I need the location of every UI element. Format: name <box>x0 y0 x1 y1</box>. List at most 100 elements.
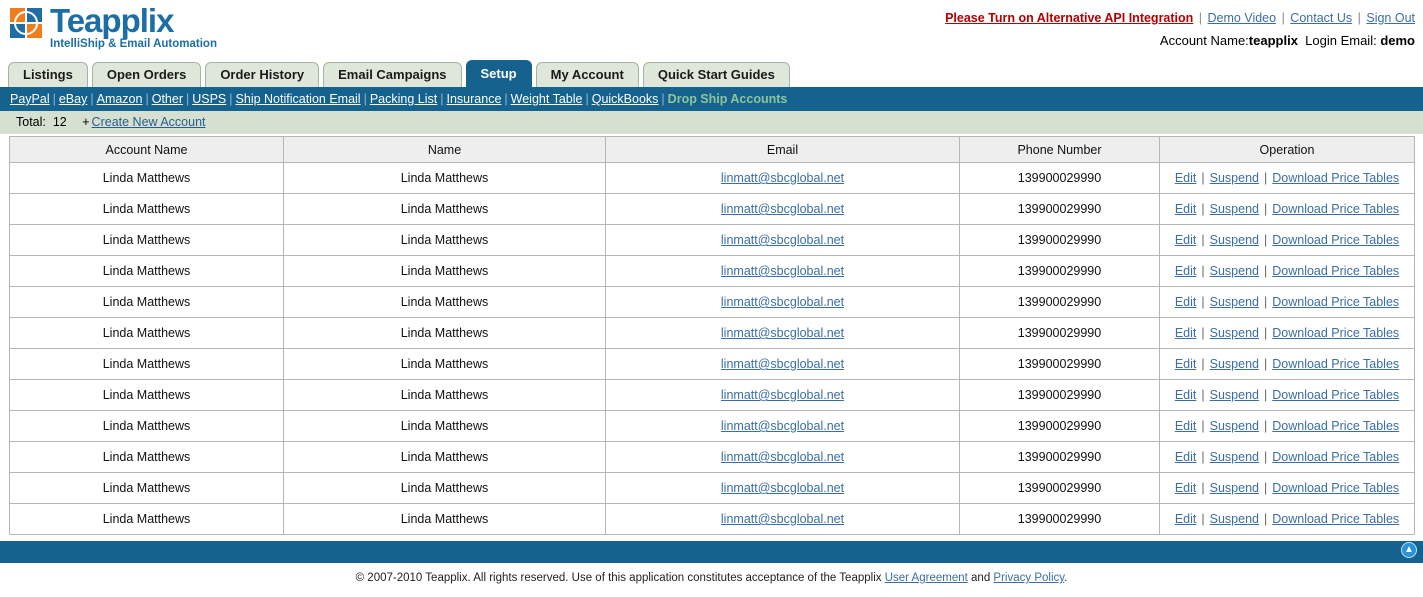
edit-link[interactable]: Edit <box>1175 481 1197 495</box>
suspend-link[interactable]: Suspend <box>1210 388 1259 402</box>
subnav-item-ebay[interactable]: eBay <box>59 92 88 106</box>
table-row: Linda Matthews Linda Matthews linmatt@sbcg… <box>9 193 1415 225</box>
header-links: Please Turn on Alternative API Integrati… <box>945 11 1415 25</box>
operation-separator: | <box>1263 295 1268 309</box>
cell-name: Linda Matthews <box>283 410 606 442</box>
operation-separator: | <box>1201 202 1205 216</box>
edit-link[interactable]: Edit <box>1175 233 1197 247</box>
email-link[interactable]: linmatt@sbcglobal.net <box>721 233 844 247</box>
email-link[interactable]: linmatt@sbcglobal.net <box>721 357 844 371</box>
user-agreement-link[interactable]: User Agreement <box>885 572 968 584</box>
tab-listings[interactable]: Listings <box>8 62 88 87</box>
suspend-link[interactable]: Suspend <box>1210 357 1259 371</box>
email-link[interactable]: linmatt@sbcglobal.net <box>721 264 844 278</box>
subnav-item-usps[interactable]: USPS <box>192 92 226 106</box>
cell-name: Linda Matthews <box>283 441 606 473</box>
brand-tagline: IntelliShip & Email Automation <box>50 38 217 50</box>
operation-separator: | <box>1263 233 1268 247</box>
subnav-item-weight-table[interactable]: Weight Table <box>511 92 583 106</box>
suspend-link[interactable]: Suspend <box>1210 233 1259 247</box>
suspend-link[interactable]: Suspend <box>1210 419 1259 433</box>
brand-name: Teapplix <box>50 2 174 39</box>
edit-link[interactable]: Edit <box>1175 450 1197 464</box>
brand-logo[interactable]: Teapplix IntelliShip & Email Automation <box>10 2 217 51</box>
alternative-api-integration-link[interactable]: Please Turn on Alternative API Integrati… <box>945 11 1193 25</box>
suspend-link[interactable]: Suspend <box>1210 295 1259 309</box>
tab-email-campaigns[interactable]: Email Campaigns <box>323 62 462 87</box>
suspend-link[interactable]: Suspend <box>1210 512 1259 526</box>
download-price-tables-link[interactable]: Download Price Tables <box>1272 326 1399 340</box>
contact-us-link[interactable]: Contact Us <box>1290 11 1352 25</box>
tab-quick-start-guides[interactable]: Quick Start Guides <box>642 62 790 87</box>
email-link[interactable]: linmatt@sbcglobal.net <box>721 419 844 433</box>
edit-link[interactable]: Edit <box>1175 512 1197 526</box>
edit-link[interactable]: Edit <box>1175 357 1197 371</box>
subnav-separator: | <box>440 92 444 106</box>
arrow-up-icon[interactable]: ▲ <box>1401 542 1417 558</box>
subnav-item-drop-ship-accounts[interactable]: Drop Ship Accounts <box>668 92 788 106</box>
tab-open-orders[interactable]: Open Orders <box>91 62 202 87</box>
download-price-tables-link[interactable]: Download Price Tables <box>1272 512 1399 526</box>
link-separator: | <box>1198 11 1203 25</box>
cell-name: Linda Matthews <box>283 317 606 349</box>
suspend-link[interactable]: Suspend <box>1210 264 1259 278</box>
email-link[interactable]: linmatt@sbcglobal.net <box>721 295 844 309</box>
email-link[interactable]: linmatt@sbcglobal.net <box>721 171 844 185</box>
edit-link[interactable]: Edit <box>1175 171 1197 185</box>
subnav-item-ship-notification-email[interactable]: Ship Notification Email <box>236 92 361 106</box>
cell-phone-number: 139900029990 <box>959 379 1160 411</box>
email-link[interactable]: linmatt@sbcglobal.net <box>721 388 844 402</box>
subnav-item-amazon[interactable]: Amazon <box>97 92 143 106</box>
edit-link[interactable]: Edit <box>1175 202 1197 216</box>
link-separator: | <box>1281 11 1285 25</box>
suspend-link[interactable]: Suspend <box>1210 326 1259 340</box>
tab-my-account[interactable]: My Account <box>535 62 639 87</box>
cell-name: Linda Matthews <box>283 193 606 225</box>
download-price-tables-link[interactable]: Download Price Tables <box>1272 264 1399 278</box>
download-price-tables-link[interactable]: Download Price Tables <box>1272 419 1399 433</box>
suspend-link[interactable]: Suspend <box>1210 202 1259 216</box>
email-link[interactable]: linmatt@sbcglobal.net <box>721 202 844 216</box>
suspend-link[interactable]: Suspend <box>1210 171 1259 185</box>
tab-setup[interactable]: Setup <box>465 60 532 87</box>
demo-video-link[interactable]: Demo Video <box>1208 11 1277 25</box>
create-new-account-link[interactable]: Create New Account <box>92 115 206 129</box>
edit-link[interactable]: Edit <box>1175 295 1197 309</box>
edit-link[interactable]: Edit <box>1175 419 1197 433</box>
download-price-tables-link[interactable]: Download Price Tables <box>1272 233 1399 247</box>
subnav-item-other[interactable]: Other <box>152 92 183 106</box>
email-link[interactable]: linmatt@sbcglobal.net <box>721 450 844 464</box>
sign-out-link[interactable]: Sign Out <box>1366 11 1415 25</box>
cell-account-name: Linda Matthews <box>9 193 284 225</box>
subnav-item-paypal[interactable]: PayPal <box>10 92 50 106</box>
download-price-tables-link[interactable]: Download Price Tables <box>1272 481 1399 495</box>
email-link[interactable]: linmatt@sbcglobal.net <box>721 481 844 495</box>
operation-separator: | <box>1201 357 1205 371</box>
email-link[interactable]: linmatt@sbcglobal.net <box>721 512 844 526</box>
privacy-policy-link[interactable]: Privacy Policy <box>993 572 1064 584</box>
column-header-account-name: Account Name <box>9 136 284 163</box>
subnav-item-insurance[interactable]: Insurance <box>447 92 502 106</box>
download-price-tables-link[interactable]: Download Price Tables <box>1272 295 1399 309</box>
subnav-item-quickbooks[interactable]: QuickBooks <box>592 92 659 106</box>
download-price-tables-link[interactable]: Download Price Tables <box>1272 202 1399 216</box>
suspend-link[interactable]: Suspend <box>1210 481 1259 495</box>
cell-name: Linda Matthews <box>283 255 606 287</box>
operation-separator: | <box>1263 202 1268 216</box>
subnav-item-packing-list[interactable]: Packing List <box>370 92 437 106</box>
edit-link[interactable]: Edit <box>1175 388 1197 402</box>
operation-separator: | <box>1201 419 1205 433</box>
edit-link[interactable]: Edit <box>1175 326 1197 340</box>
download-price-tables-link[interactable]: Download Price Tables <box>1272 450 1399 464</box>
suspend-link[interactable]: Suspend <box>1210 450 1259 464</box>
edit-link[interactable]: Edit <box>1175 264 1197 278</box>
cell-operation: Edit | Suspend | Download Price Tables <box>1159 317 1415 349</box>
download-price-tables-link[interactable]: Download Price Tables <box>1272 357 1399 371</box>
operation-separator: | <box>1201 295 1205 309</box>
email-link[interactable]: linmatt@sbcglobal.net <box>721 326 844 340</box>
download-price-tables-link[interactable]: Download Price Tables <box>1272 388 1399 402</box>
operation-separator: | <box>1263 326 1268 340</box>
cell-account-name: Linda Matthews <box>9 441 284 473</box>
tab-order-history[interactable]: Order History <box>205 62 320 87</box>
download-price-tables-link[interactable]: Download Price Tables <box>1272 171 1399 185</box>
